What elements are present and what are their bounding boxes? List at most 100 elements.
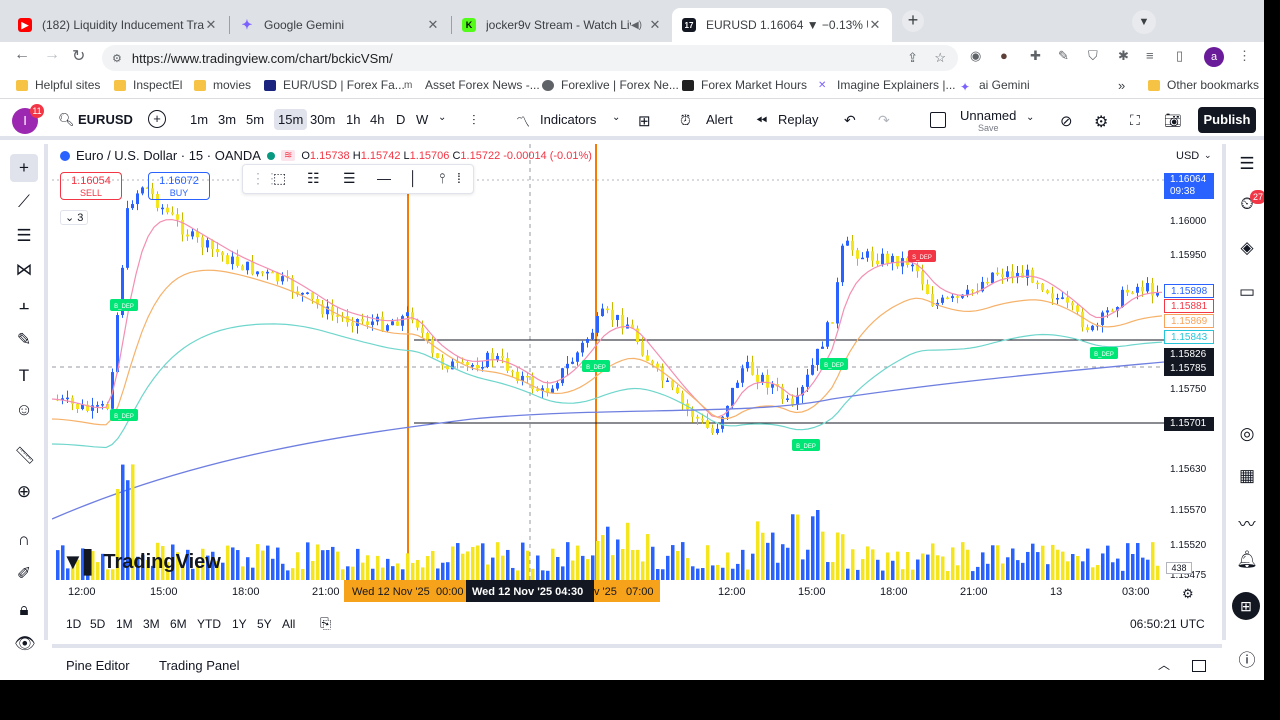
bookmark-item[interactable]: movies bbox=[194, 78, 251, 92]
shield-icon[interactable]: ⛉ bbox=[1088, 48, 1098, 64]
bookmark-item[interactable]: Forex Market Hours bbox=[682, 78, 807, 92]
range-1m[interactable]: 1M bbox=[116, 617, 133, 631]
profile-avatar[interactable]: a bbox=[1204, 47, 1224, 67]
candles-icon[interactable]: ⫶ bbox=[472, 112, 476, 129]
extension-icon[interactable]: ✚ bbox=[1030, 48, 1041, 64]
price-scale[interactable]: USD ⌄ 1.16064 09:38 1.16000 1.15950 1.158… bbox=[1164, 144, 1218, 581]
alarm-icon[interactable]: ⏰︎ bbox=[680, 112, 691, 129]
crosshair-icon[interactable]: + bbox=[10, 154, 38, 182]
indicators-icon[interactable]: 〽 bbox=[516, 112, 530, 132]
quick-search-icon[interactable]: ⊘ bbox=[1060, 112, 1073, 130]
tab-tradingview[interactable]: 17 EURUSD 1.16064 ▼ −0.13% Unna ✕ bbox=[672, 8, 892, 42]
chevron-down-icon[interactable]: ⌄ bbox=[1204, 150, 1212, 161]
redo-icon[interactable]: ↷ bbox=[878, 112, 890, 129]
channel-tool-icon[interactable]: ☰ bbox=[343, 170, 356, 187]
symbol-search[interactable]: EURUSD bbox=[78, 112, 133, 127]
share-icon[interactable]: ⇪ bbox=[907, 50, 918, 66]
publish-button[interactable]: Publish bbox=[1198, 107, 1256, 133]
flag-icon[interactable]: ≋ bbox=[280, 150, 296, 161]
trading-panel-tab[interactable]: Trading Panel bbox=[159, 658, 239, 673]
layout-name[interactable]: Unnamed bbox=[960, 108, 1016, 123]
broadcast-icon[interactable]: 〰 bbox=[1236, 510, 1258, 535]
time-scale[interactable]: 12:00 15:00 18:00 21:00 Wed 12 Nov '25 0… bbox=[52, 580, 1218, 606]
bookmark-item[interactable]: Helpful sites bbox=[16, 78, 100, 92]
range-3m[interactable]: 3M bbox=[143, 617, 160, 631]
long-position-icon[interactable]: ⫯ bbox=[439, 170, 445, 187]
camera-extension-icon[interactable]: ◉ bbox=[970, 48, 981, 64]
tab-kick[interactable]: K jocker9v Stream - Watch Live ◀) ✕ bbox=[452, 8, 672, 42]
bookmark-star-icon[interactable]: ☆ bbox=[934, 50, 946, 66]
other-bookmarks[interactable]: Other bookmarks bbox=[1148, 78, 1259, 92]
calendar-icon[interactable]: ▦ bbox=[1236, 466, 1258, 486]
timeframe-5m[interactable]: 5m bbox=[246, 112, 264, 127]
prediction-icon[interactable]: ⫠ bbox=[14, 294, 34, 314]
zoom-in-icon[interactable]: ⊕ bbox=[14, 482, 34, 502]
close-icon[interactable]: ✕ bbox=[204, 17, 218, 33]
chevron-down-icon[interactable]: ⌄ bbox=[612, 112, 620, 123]
range-5y[interactable]: 5Y bbox=[257, 617, 272, 631]
undo-icon[interactable]: ↶ bbox=[844, 112, 856, 129]
pattern-icon[interactable]: ⋈ bbox=[14, 260, 34, 280]
extension-icon[interactable]: ✎ bbox=[1058, 48, 1069, 64]
target-icon[interactable]: ◎ bbox=[1236, 424, 1258, 444]
measure-icon[interactable]: ⁞ bbox=[457, 170, 461, 186]
range-6m[interactable]: 6M bbox=[170, 617, 187, 631]
menu-kebab-icon[interactable]: ⋮ bbox=[1238, 48, 1251, 64]
chevron-down-icon[interactable]: ⌄ bbox=[438, 112, 446, 123]
maximize-panel-icon[interactable] bbox=[1192, 660, 1206, 672]
date-range-calendar-icon[interactable]: ⎘ bbox=[320, 615, 331, 632]
brush-icon[interactable]: ✎ bbox=[14, 330, 34, 350]
alert-button[interactable]: Alert bbox=[706, 112, 733, 127]
timeframe-1h[interactable]: 1h bbox=[346, 112, 360, 127]
layers-icon[interactable]: ◈ bbox=[1236, 238, 1258, 258]
range-1d[interactable]: 1D bbox=[66, 617, 81, 631]
chevron-up-icon[interactable]: ︿ bbox=[1158, 656, 1170, 673]
help-icon[interactable]: ⓘ bbox=[1236, 646, 1258, 671]
vertical-line-icon[interactable]: │ bbox=[409, 170, 418, 186]
buy-button[interactable]: 1.16072 BUY bbox=[148, 172, 210, 200]
rectangle-tool-icon[interactable]: ⬚ bbox=[273, 170, 286, 187]
scale-settings-gear-icon[interactable]: ⚙ bbox=[1182, 586, 1194, 602]
media-controls-icon[interactable]: ≡ bbox=[1146, 48, 1154, 63]
chevron-down-icon[interactable]: ⌄ bbox=[1026, 112, 1034, 123]
range-all[interactable]: All bbox=[282, 617, 295, 631]
candlestick-chart[interactable]: B_DEP B_DEP B_DEP B_DEP B_DEP B_DEP S_DEP bbox=[52, 144, 1164, 580]
compare-add-icon[interactable]: + bbox=[148, 110, 166, 128]
chart-pane[interactable]: B_DEP B_DEP B_DEP B_DEP B_DEP B_DEP S_DEP Euro… bbox=[52, 144, 1164, 580]
range-1y[interactable]: 1Y bbox=[232, 617, 247, 631]
close-icon[interactable]: ✕ bbox=[648, 17, 662, 33]
timeframe-15m[interactable]: 15m bbox=[274, 109, 308, 130]
range-5d[interactable]: 5D bbox=[90, 617, 105, 631]
settings-gear-icon[interactable]: ⚙ bbox=[1094, 112, 1108, 132]
url-bar[interactable]: ⚙ https://www.tradingview.com/chart/bcki… bbox=[102, 45, 958, 71]
timeframe-30m[interactable]: 30m bbox=[310, 112, 335, 127]
snapshot-camera-icon[interactable]: 📷︎ bbox=[1164, 112, 1182, 129]
side-panel-icon[interactable]: ▯ bbox=[1176, 48, 1183, 64]
bookmark-item[interactable]: ✦ ai Gemini bbox=[960, 78, 1030, 94]
replay-button[interactable]: Replay bbox=[778, 112, 818, 127]
watchlist-icon[interactable]: ☰ bbox=[1236, 154, 1258, 174]
lock-icon[interactable]: 🔒︎ bbox=[14, 600, 34, 620]
products-grid-icon[interactable]: ⊞ bbox=[1232, 592, 1260, 620]
close-icon[interactable]: ✕ bbox=[868, 17, 882, 33]
bookmark-item[interactable]: ✕ Imagine Explainers |... bbox=[818, 78, 956, 92]
close-icon[interactable]: ✕ bbox=[426, 17, 440, 33]
indicators-button[interactable]: Indicators bbox=[540, 112, 596, 127]
fullscreen-icon[interactable]: ⛶ bbox=[1130, 112, 1140, 129]
extensions-puzzle-icon[interactable]: ✱ bbox=[1118, 48, 1129, 64]
fib-tool-icon[interactable]: ☷ bbox=[307, 170, 320, 187]
pine-editor-tab[interactable]: Pine Editor bbox=[66, 658, 130, 673]
extension-icon[interactable]: ● bbox=[1000, 48, 1008, 63]
drawing-mode-icon[interactable]: ✐ bbox=[14, 564, 34, 584]
layout-icon[interactable] bbox=[930, 112, 946, 128]
bookmarks-overflow-icon[interactable]: » bbox=[1118, 78, 1125, 93]
bookmark-item[interactable]: EUR/USD | Forex Fa... bbox=[264, 78, 405, 92]
sell-button[interactable]: 1.16054 SELL bbox=[60, 172, 122, 200]
utc-clock[interactable]: 06:50:21 UTC bbox=[1130, 617, 1205, 631]
tab-search-chevron-icon[interactable]: ▼ bbox=[1132, 10, 1156, 34]
notifications-bell-icon[interactable]: 🔔︎ bbox=[1236, 550, 1258, 570]
emoji-icon[interactable]: ☺ bbox=[14, 400, 34, 420]
layouts-grid-icon[interactable]: ⊞ bbox=[638, 112, 651, 130]
search-icon[interactable]: 🔍︎ bbox=[58, 112, 75, 128]
timeframe-d[interactable]: D bbox=[396, 112, 405, 127]
